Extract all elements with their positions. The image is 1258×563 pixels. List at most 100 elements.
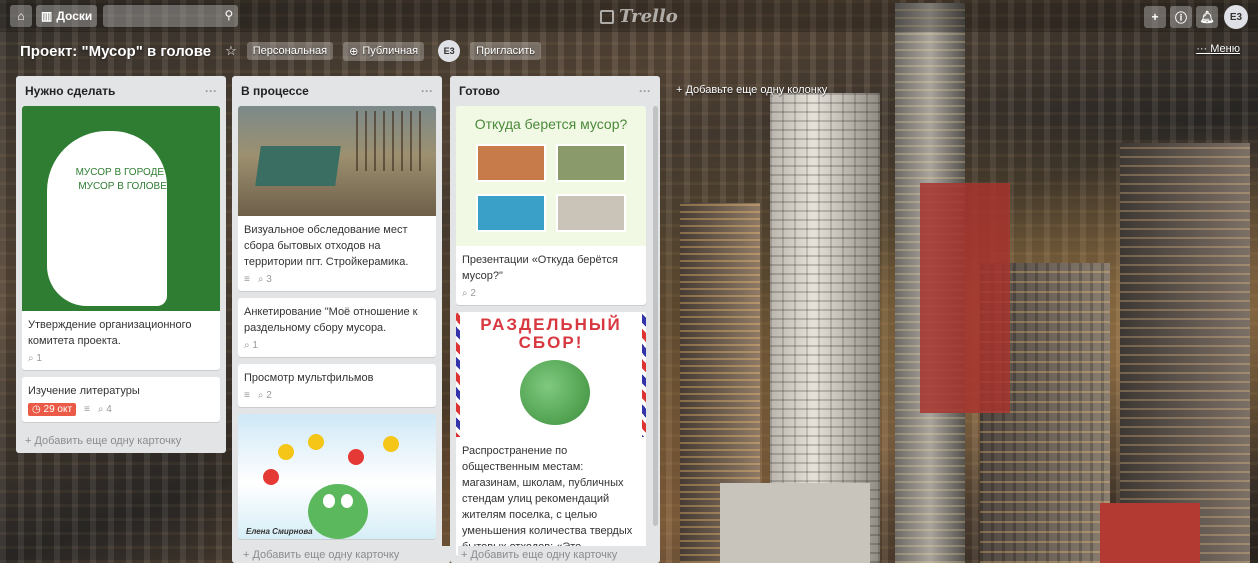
paperclip-icon: ⌕	[97, 404, 107, 415]
card-title: Визуальное обследование мест сбора бытов…	[244, 224, 409, 268]
card[interactable]: Просмотр мультфильмов ≡ ⌕ 2	[238, 364, 436, 407]
attachment-count: 4	[106, 404, 112, 415]
list-header[interactable]: Готово ···	[456, 76, 654, 106]
trello-logo[interactable]: Trello	[600, 6, 678, 27]
list-menu-icon[interactable]: ···	[205, 84, 217, 98]
eye-image	[323, 494, 335, 508]
boards-label: Доски	[56, 9, 93, 23]
card-badges: ≡ ⌕ 3	[238, 272, 436, 291]
card[interactable]: МУСОР В ГОРОДЕ – МУСОР В ГОЛОВЕ! Утвержд…	[22, 106, 220, 370]
attachment-badge: ⌕ 1	[28, 353, 42, 364]
flower-image	[308, 434, 324, 450]
due-date: 29 окт	[43, 404, 73, 415]
topbar-right: + ⓘ 🔔︎ E3	[1140, 5, 1248, 29]
card-title: Распространение по общественным местам: …	[462, 445, 633, 553]
card[interactable]: РАЗДЕЛЬНЫЙ СБОР! Распространение по обще…	[456, 312, 646, 557]
paperclip-icon: ⌕	[28, 353, 37, 364]
description-icon: ≡	[84, 404, 90, 415]
board-title[interactable]: Проект: "Мусор" в голове	[20, 43, 211, 60]
card-title: Утверждение организационного комитета пр…	[28, 319, 192, 347]
add-button[interactable]: +	[1144, 6, 1166, 28]
list-header[interactable]: В процессе ···	[238, 76, 436, 106]
search-input[interactable]: ⚲	[103, 5, 239, 27]
member-avatar[interactable]: E3	[438, 40, 461, 62]
card[interactable]: Изучение литературы ◷ 29 окт ≡ ⌕ 4	[22, 377, 220, 422]
card-cover-image	[238, 106, 436, 216]
background-building	[1120, 143, 1250, 563]
globe-character-image	[308, 484, 368, 539]
card-badges: ◷ 29 окт ≡ ⌕ 4	[22, 401, 220, 422]
notifications-button[interactable]: 🔔︎	[1196, 6, 1218, 28]
search-icon: ⚲	[224, 8, 234, 22]
background-building	[1100, 503, 1200, 563]
star-icon[interactable]: ☆	[225, 43, 237, 59]
add-card-button[interactable]: + Добавить еще одну карточку	[22, 429, 220, 453]
attachment-badge: ⌕ 2	[258, 390, 272, 401]
visibility-public-button[interactable]: ⊕ Публичная	[343, 41, 425, 61]
add-card-button[interactable]: + Добавить еще одну карточку	[458, 546, 652, 563]
card-badges: ⌕ 1	[22, 351, 220, 370]
attachment-count: 1	[36, 353, 42, 364]
card-title: Анкетирование "Моё отношение к раздельно…	[244, 306, 418, 334]
list-menu-icon[interactable]: ···	[639, 84, 651, 98]
cover-text: РАЗДЕЛЬНЫЙ СБОР!	[480, 315, 622, 352]
paperclip-icon: ⌕	[257, 274, 267, 285]
card-cover-image: МУСОР В ГОРОДЕ – МУСОР В ГОЛОВЕ!	[22, 106, 220, 311]
list-in-progress: В процессе ··· Визуальное обследование м…	[232, 76, 442, 563]
list-title[interactable]: Нужно сделать	[25, 84, 115, 98]
trees-image	[356, 111, 426, 171]
boards-button[interactable]: ▥ Доски	[36, 5, 98, 27]
card[interactable]: Откуда берется мусор? Презентации «Откуд…	[456, 106, 646, 305]
list-header[interactable]: Нужно сделать ···	[22, 76, 220, 106]
ellipsis-icon: ···	[1196, 43, 1211, 55]
background-building	[720, 483, 870, 563]
attachment-badge: ⌕ 2	[462, 288, 476, 299]
cover-caption: Елена Смирнова	[246, 527, 313, 536]
trello-logo-icon	[600, 9, 614, 24]
add-list-button[interactable]: + Добавьте еще одну колонку	[676, 84, 827, 96]
head-silhouette	[47, 131, 167, 306]
info-icon: ⓘ	[1175, 10, 1188, 25]
attachment-badge: ⌕ 4	[98, 404, 112, 415]
list-menu-icon[interactable]: ···	[421, 84, 433, 98]
list-scrollbar[interactable]	[653, 106, 658, 526]
avatar[interactable]: E3	[1224, 5, 1248, 29]
flower-image	[263, 469, 279, 485]
list-todo: Нужно сделать ··· МУСОР В ГОРОДЕ – МУСОР…	[16, 76, 226, 453]
photo-image	[476, 144, 546, 182]
planet-image	[520, 360, 590, 425]
photo-image	[556, 194, 626, 232]
list-title[interactable]: В процессе	[241, 84, 309, 98]
card-title: Презентации «Откуда берётся мусор?"	[462, 254, 618, 282]
paperclip-icon: ⌕	[462, 288, 471, 299]
card-cover-image: Елена Смирнова	[238, 414, 436, 539]
boards-icon: ▥	[41, 9, 53, 23]
menu-label: Меню	[1210, 43, 1240, 55]
card[interactable]: Визуальное обследование мест сбора бытов…	[238, 106, 436, 291]
home-button[interactable]: ⌂	[10, 5, 32, 27]
attachment-count: 1	[252, 340, 258, 351]
attachment-count: 2	[266, 390, 272, 401]
cover-text: Откуда берется мусор?	[474, 116, 628, 132]
flower-image	[348, 449, 364, 465]
flower-image	[383, 436, 399, 452]
card-title: Просмотр мультфильмов	[244, 372, 374, 384]
attachment-badge: ⌕ 1	[244, 340, 258, 351]
card-title: Изучение литературы	[28, 385, 140, 397]
attachment-badge: ⌕ 3	[258, 274, 272, 285]
card[interactable]: Елена Смирнова	[238, 414, 436, 539]
background-building	[920, 183, 1010, 413]
card[interactable]: Анкетирование "Моё отношение к раздельно…	[238, 298, 436, 357]
card-badges: ⌕ 1	[238, 338, 436, 357]
info-button[interactable]: ⓘ	[1170, 6, 1192, 28]
invite-button[interactable]: Пригласить	[470, 42, 541, 60]
list-title[interactable]: Готово	[459, 84, 500, 98]
visibility-personal-button[interactable]: Персональная	[246, 42, 334, 60]
visibility-public-label: Публичная	[362, 45, 419, 57]
dumpster-image	[255, 146, 341, 186]
bell-icon: 🔔︎	[1199, 10, 1215, 24]
menu-link[interactable]: ··· Меню	[1196, 43, 1240, 55]
attachment-count: 2	[470, 288, 476, 299]
board-header: Проект: "Мусор" в голове ☆ Персональная …	[0, 36, 1258, 66]
add-card-button[interactable]: + Добавить еще одну карточку	[240, 546, 450, 563]
